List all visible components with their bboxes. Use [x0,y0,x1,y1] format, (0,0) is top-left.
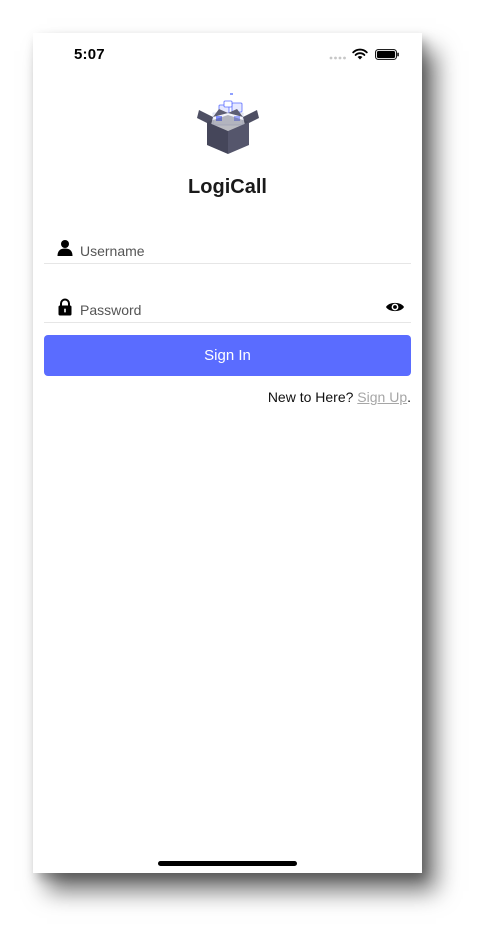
lock-icon [58,298,72,316]
cellular-signal-icon [329,56,346,60]
status-bar: 5:07 [33,33,422,77]
username-input[interactable] [80,241,370,261]
username-field [44,237,411,264]
status-time: 5:07 [74,46,105,63]
open-box-icon [197,93,259,154]
sign-up-link[interactable]: Sign Up [357,389,407,405]
sign-in-button[interactable]: Sign In [44,335,411,376]
password-input[interactable] [80,300,370,320]
home-indicator[interactable] [158,861,297,866]
signup-prompt-text: New to Here? [267,389,358,405]
app-title: LogiCall [188,176,267,198]
screenshot-stage: 5:07 LogiCall Username Sign In New to He… [0,0,487,939]
eye-icon[interactable] [385,300,405,314]
user-icon [57,240,73,256]
wifi-icon [352,48,368,60]
signup-prompt: New to Here? Sign Up. [268,389,411,405]
phone-screen: 5:07 LogiCall Username Sign In New to He… [33,33,422,873]
password-field [44,296,411,323]
signup-suffix: . [407,389,411,405]
battery-icon [375,49,399,60]
